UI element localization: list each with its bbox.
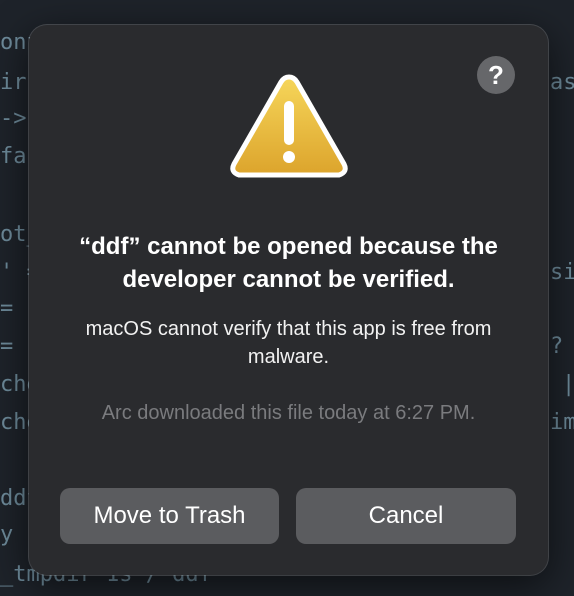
security-alert-dialog: ? “ddf” cannot be opened because the dev…: [29, 25, 548, 575]
dialog-message: macOS cannot verify that this app is fre…: [85, 318, 492, 368]
code-line: ?: [550, 334, 564, 359]
code-line: |: [562, 372, 574, 397]
code-line: =: [0, 296, 14, 321]
code-line: im: [550, 410, 574, 435]
code-line: si: [550, 260, 574, 285]
code-line: ir: [0, 70, 27, 95]
help-icon[interactable]: ?: [477, 56, 515, 94]
dialog-title: “ddf” cannot be opened because the devel…: [79, 233, 498, 293]
move-to-trash-button[interactable]: Move to Trash: [60, 488, 279, 544]
warning-triangle-icon: [230, 74, 348, 178]
cancel-button[interactable]: Cancel: [296, 488, 516, 544]
code-line: as: [550, 70, 574, 95]
download-info: Arc downloaded this file today at 6:27 P…: [101, 402, 476, 424]
code-line: =: [0, 334, 14, 359]
code-line: fa: [0, 144, 27, 169]
code-line: ->: [0, 106, 27, 131]
